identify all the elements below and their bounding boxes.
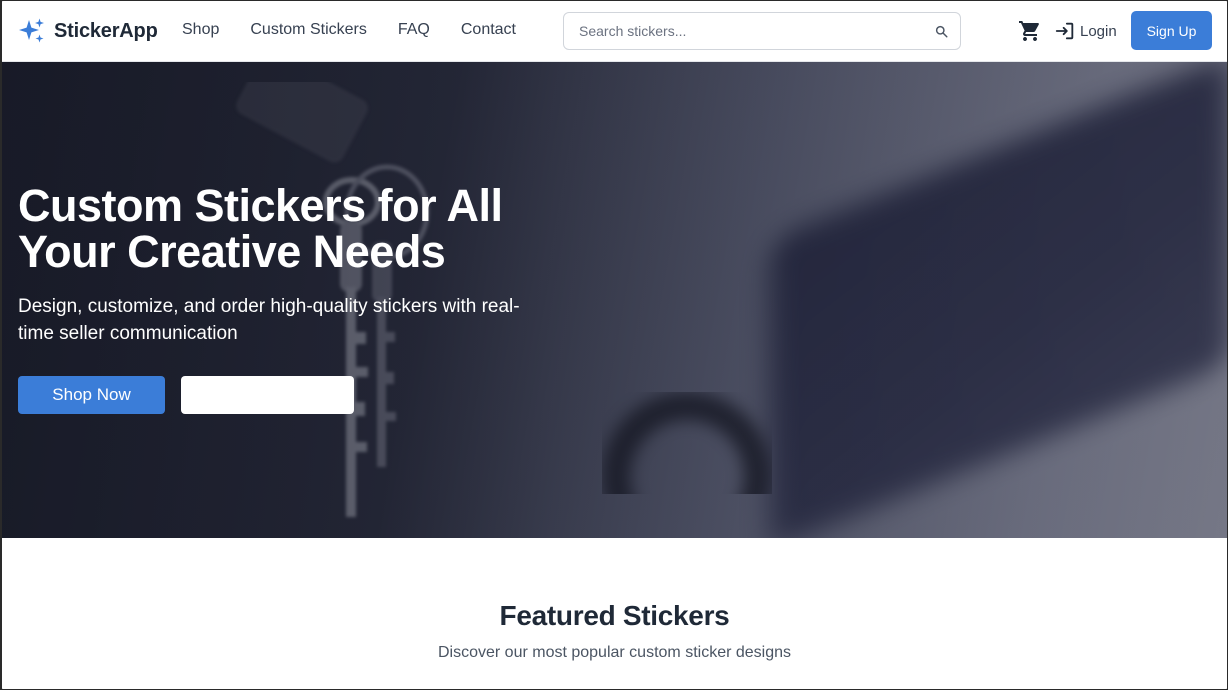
app-window: StickerApp Shop Custom Stickers FAQ Cont… bbox=[2, 1, 1227, 689]
nav-link-custom-stickers[interactable]: Custom Stickers bbox=[250, 21, 366, 39]
sparkles-icon bbox=[19, 18, 44, 43]
login-button[interactable]: Login bbox=[1054, 20, 1117, 42]
featured-title: Featured Stickers bbox=[499, 600, 730, 631]
featured-section: Featured Stickers Discover our most popu… bbox=[2, 538, 1227, 689]
signup-button[interactable]: Sign Up bbox=[1131, 11, 1212, 50]
secondary-hero-button[interactable] bbox=[181, 376, 354, 414]
hero-subtitle: Design, customize, and order high-qualit… bbox=[18, 296, 520, 344]
hero-title: Custom Stickers for All Your Creative Ne… bbox=[18, 180, 503, 277]
brand-name: StickerApp bbox=[54, 19, 158, 42]
brand-logo[interactable]: StickerApp bbox=[18, 17, 158, 45]
hero-banner: Custom Stickers for All Your Creative Ne… bbox=[2, 62, 1227, 538]
search-icon[interactable] bbox=[935, 25, 948, 38]
nav-link-shop[interactable]: Shop bbox=[182, 21, 219, 39]
login-label: Login bbox=[1080, 22, 1117, 40]
cart-icon[interactable] bbox=[1018, 19, 1042, 43]
hero-content: Custom Stickers for All Your Creative Ne… bbox=[18, 183, 618, 347]
hero-actions: Shop Now bbox=[18, 376, 354, 414]
top-navbar: StickerApp Shop Custom Stickers FAQ Cont… bbox=[2, 1, 1227, 62]
nav-link-contact[interactable]: Contact bbox=[461, 21, 516, 39]
nav-links: Shop Custom Stickers FAQ Contact bbox=[182, 21, 547, 39]
featured-subtitle: Discover our most popular custom sticker… bbox=[437, 644, 792, 661]
search-input[interactable] bbox=[564, 13, 904, 49]
shop-now-button[interactable]: Shop Now bbox=[18, 376, 165, 414]
nav-link-faq[interactable]: FAQ bbox=[398, 21, 430, 39]
search-bar bbox=[563, 12, 961, 50]
login-icon bbox=[1055, 22, 1074, 40]
